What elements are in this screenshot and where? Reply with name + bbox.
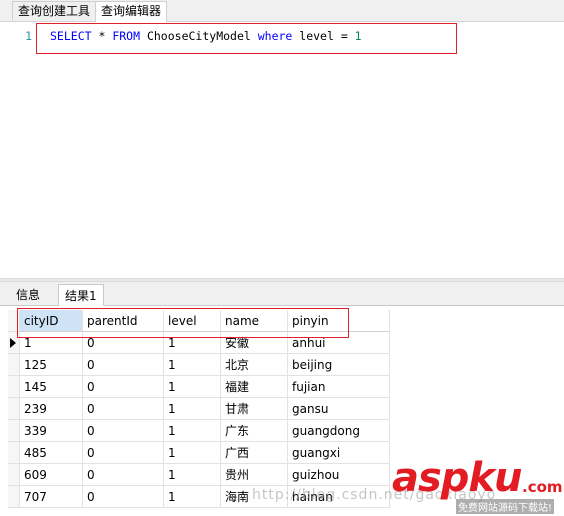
cell-name[interactable]: 广东 (221, 420, 288, 442)
cell-cityid[interactable]: 609 (20, 464, 83, 486)
tab-info[interactable]: 信息 (10, 284, 46, 306)
table-row[interactable]: 239 0 1 甘肃 gansu (8, 398, 390, 420)
line-number: 1 (25, 29, 32, 43)
logo-com-text: .com (522, 478, 563, 496)
row-selector[interactable] (8, 486, 20, 508)
cell-parentid[interactable]: 0 (83, 420, 164, 442)
result-tab-bar: 信息 结果1 (0, 282, 564, 306)
aspku-logo: aspku .com 免费网站源码下载站! (392, 456, 564, 516)
cell-name[interactable]: 广西 (221, 442, 288, 464)
cell-cityid[interactable]: 145 (20, 376, 83, 398)
cell-pinyin[interactable]: guangxi (288, 442, 390, 464)
cell-level[interactable]: 1 (164, 442, 221, 464)
logo-main-text: aspku (392, 455, 523, 501)
tab-query-builder[interactable]: 查询创建工具 (12, 1, 97, 20)
cell-name[interactable]: 北京 (221, 354, 288, 376)
row-selector[interactable] (8, 398, 20, 420)
table-row[interactable]: 145 0 1 福建 fujian (8, 376, 390, 398)
cell-pinyin[interactable]: guizhou (288, 464, 390, 486)
table-row[interactable]: 485 0 1 广西 guangxi (8, 442, 390, 464)
table-row[interactable]: 125 0 1 北京 beijing (8, 354, 390, 376)
cell-parentid[interactable]: 0 (83, 464, 164, 486)
row-selector[interactable] (8, 376, 20, 398)
query-tab-bar: 查询创建工具 查询编辑器 (0, 0, 564, 22)
cell-cityid[interactable]: 339 (20, 420, 83, 442)
tab-result-1[interactable]: 结果1 (58, 284, 104, 306)
cell-parentid[interactable]: 0 (83, 376, 164, 398)
cell-pinyin[interactable]: gansu (288, 398, 390, 420)
cell-name[interactable]: 贵州 (221, 464, 288, 486)
cell-name[interactable]: 福建 (221, 376, 288, 398)
row-selector[interactable] (8, 354, 20, 376)
cell-level[interactable]: 1 (164, 376, 221, 398)
row-selector[interactable] (8, 442, 20, 464)
cell-name[interactable]: 甘肃 (221, 398, 288, 420)
cell-level[interactable]: 1 (164, 464, 221, 486)
cell-pinyin[interactable]: guangdong (288, 420, 390, 442)
cell-cityid[interactable]: 707 (20, 486, 83, 508)
logo-tagline: 免费网站源码下载站! (456, 499, 555, 514)
cell-level[interactable]: 1 (164, 420, 221, 442)
cell-pinyin[interactable]: beijing (288, 354, 390, 376)
cell-parentid[interactable]: 0 (83, 442, 164, 464)
cell-level[interactable]: 1 (164, 398, 221, 420)
sql-highlight-box (36, 23, 457, 54)
header-highlight-box (17, 308, 349, 338)
tab-query-editor[interactable]: 查询编辑器 (95, 1, 168, 22)
cell-cityid[interactable]: 239 (20, 398, 83, 420)
cell-parentid[interactable]: 0 (83, 354, 164, 376)
table-row[interactable]: 609 0 1 贵州 guizhou (8, 464, 390, 486)
cell-cityid[interactable]: 485 (20, 442, 83, 464)
cell-parentid[interactable]: 0 (83, 486, 164, 508)
sql-editor[interactable]: 1 SELECT * FROM ChooseCityModel where le… (0, 22, 564, 278)
table-row[interactable]: 339 0 1 广东 guangdong (8, 420, 390, 442)
cell-level[interactable]: 1 (164, 486, 221, 508)
cell-parentid[interactable]: 0 (83, 398, 164, 420)
result-grid: cityID parentId level name pinyin 1 0 1 … (8, 310, 390, 508)
current-row-arrow-icon (10, 338, 16, 348)
cell-pinyin[interactable]: fujian (288, 376, 390, 398)
row-selector[interactable] (8, 464, 20, 486)
cell-level[interactable]: 1 (164, 354, 221, 376)
row-selector[interactable] (8, 420, 20, 442)
cell-cityid[interactable]: 125 (20, 354, 83, 376)
